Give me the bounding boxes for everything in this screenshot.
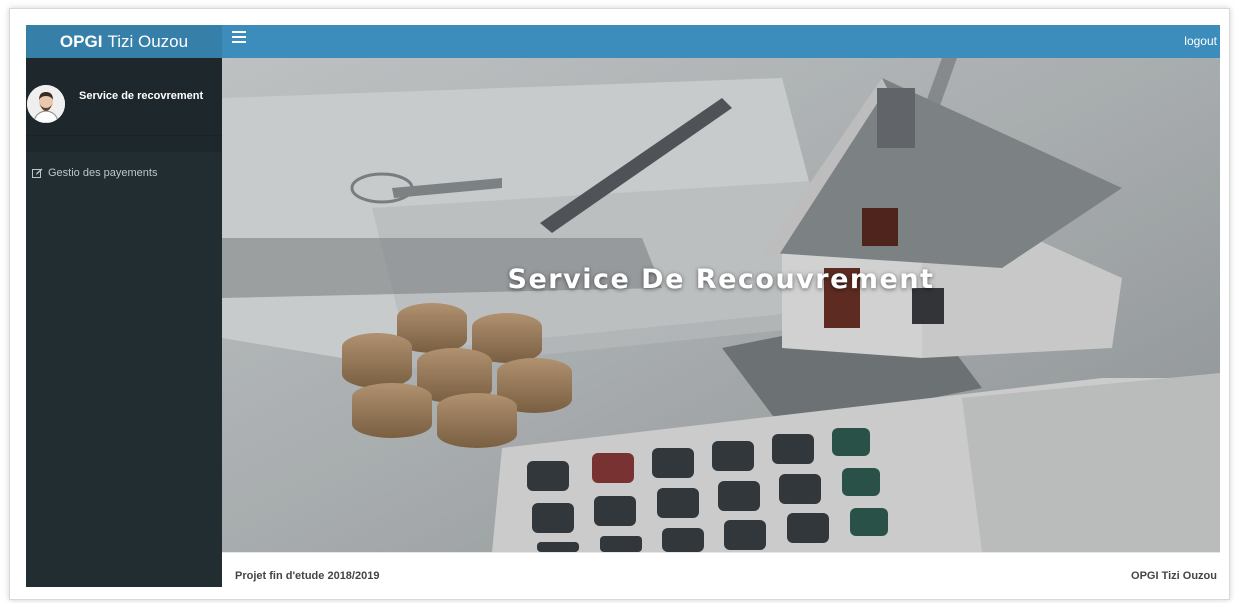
brand-rest: Tizi Ouzou xyxy=(107,31,189,51)
footer: Projet fin d'etude 2018/2019 OPGI Tizi O… xyxy=(222,552,1220,588)
hero-banner: Service De Recouvrement xyxy=(222,58,1220,552)
footer-project-text: Projet fin d'etude 2018/2019 xyxy=(235,570,380,582)
footer-org-text: OPGI Tizi Ouzou xyxy=(1131,570,1217,582)
top-navbar: logout xyxy=(222,25,1220,58)
user-panel: Service de recovrement xyxy=(26,58,222,136)
brand-logo[interactable]: OPGI Tizi Ouzou xyxy=(26,25,222,58)
avatar xyxy=(27,85,65,123)
hero-background-image xyxy=(222,58,1220,552)
edit-icon xyxy=(32,168,43,178)
logout-link[interactable]: logout xyxy=(1184,34,1217,48)
menu-toggle-icon[interactable] xyxy=(232,31,246,43)
brand-bold: OPGI xyxy=(59,31,103,51)
user-avatar-icon xyxy=(27,85,65,123)
sidebar-item-label: Gestio des payements xyxy=(48,167,158,179)
sidebar-item-payments[interactable]: Gestio des payements xyxy=(26,152,222,179)
user-name: Service de recovrement xyxy=(79,90,204,102)
hero-title: Service De Recouvrement xyxy=(507,264,935,295)
sidebar: Service de recovrement Gestio des payeme… xyxy=(26,58,222,587)
